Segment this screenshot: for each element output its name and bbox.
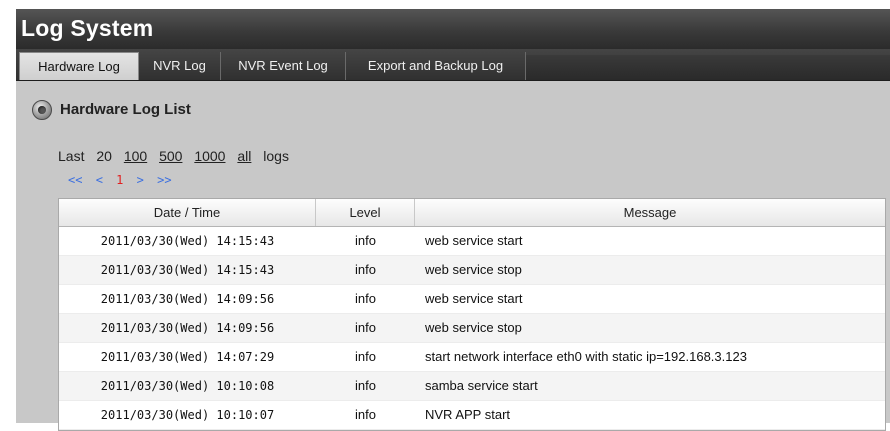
table-header: Date / Time Level Message <box>59 199 885 227</box>
log-count-suffix: logs <box>263 148 289 164</box>
table-row: 2011/03/30(Wed) 14:07:29 info start netw… <box>59 343 885 372</box>
table-row: 2011/03/30(Wed) 10:10:07 info NVR APP st… <box>59 401 885 430</box>
table-row: 2011/03/30(Wed) 14:09:56 info web servic… <box>59 314 885 343</box>
hardware-log-table: Date / Time Level Message 2011/03/30(Wed… <box>58 198 886 431</box>
log-count-selector: Last 20 100 500 1000 all logs <box>58 146 297 166</box>
cell-level: info <box>355 378 376 393</box>
tab-export-backup-log[interactable]: Export and Backup Log <box>346 52 526 80</box>
title-bar: Log System <box>16 9 890 49</box>
cell-datetime: 2011/03/30(Wed) 10:10:08 <box>100 379 275 393</box>
log-count-option-100[interactable]: 100 <box>124 148 147 164</box>
cell-datetime: 2011/03/30(Wed) 14:09:56 <box>100 292 275 306</box>
tab-nvr-log[interactable]: NVR Log <box>139 52 221 80</box>
disc-icon <box>32 100 52 120</box>
cell-level: info <box>355 407 376 422</box>
tab-strip-filler <box>526 55 890 80</box>
cell-level: info <box>355 291 376 306</box>
app-title: Log System <box>21 15 154 41</box>
log-count-prefix: Last <box>58 148 85 164</box>
tab-nvr-event-log[interactable]: NVR Event Log <box>221 52 346 80</box>
cell-datetime: 2011/03/30(Wed) 14:15:43 <box>100 263 275 277</box>
log-count-option-all[interactable]: all <box>237 148 251 164</box>
cell-level: info <box>355 233 376 248</box>
cell-message: web service start <box>425 291 523 306</box>
cell-level: info <box>355 349 376 364</box>
log-count-option-500[interactable]: 500 <box>159 148 182 164</box>
pagination: << < 1 > >> <box>68 171 178 189</box>
log-count-option-1000[interactable]: 1000 <box>194 148 225 164</box>
column-header-datetime[interactable]: Date / Time <box>59 199 316 226</box>
table-row: 2011/03/30(Wed) 14:09:56 info web servic… <box>59 285 885 314</box>
prev-page-link[interactable]: < <box>96 173 103 187</box>
table-row: 2011/03/30(Wed) 10:10:08 info samba serv… <box>59 372 885 401</box>
cell-datetime: 2011/03/30(Wed) 14:09:56 <box>100 321 275 335</box>
cell-level: info <box>355 320 376 335</box>
cell-message: samba service start <box>425 378 538 393</box>
log-system-window: Log System Hardware Log NVR Log NVR Even… <box>16 9 890 431</box>
table-row: 2011/03/30(Wed) 14:15:43 info web servic… <box>59 256 885 285</box>
cell-level: info <box>355 262 376 277</box>
next-page-link[interactable]: > <box>137 173 144 187</box>
tab-bar: Hardware Log NVR Log NVR Event Log Expor… <box>16 49 890 81</box>
column-header-message[interactable]: Message <box>415 199 885 226</box>
cell-message: NVR APP start <box>425 407 511 422</box>
log-count-option-20: 20 <box>96 148 112 164</box>
cell-message: start network interface eth0 with static… <box>425 349 747 364</box>
cell-datetime: 2011/03/30(Wed) 14:07:29 <box>100 350 275 364</box>
cell-datetime: 2011/03/30(Wed) 10:10:07 <box>100 408 275 422</box>
cell-message: web service stop <box>425 262 522 277</box>
column-header-level[interactable]: Level <box>316 199 415 226</box>
first-page-link[interactable]: << <box>68 173 82 187</box>
table-row: 2011/03/30(Wed) 14:15:43 info web servic… <box>59 227 885 256</box>
cell-message: web service start <box>425 233 523 248</box>
cell-datetime: 2011/03/30(Wed) 14:15:43 <box>100 234 275 248</box>
last-page-link[interactable]: >> <box>157 173 171 187</box>
tab-hardware-log[interactable]: Hardware Log <box>19 52 139 80</box>
section-title: Hardware Log List <box>60 101 191 118</box>
current-page: 1 <box>116 173 124 187</box>
cell-message: web service stop <box>425 320 522 335</box>
